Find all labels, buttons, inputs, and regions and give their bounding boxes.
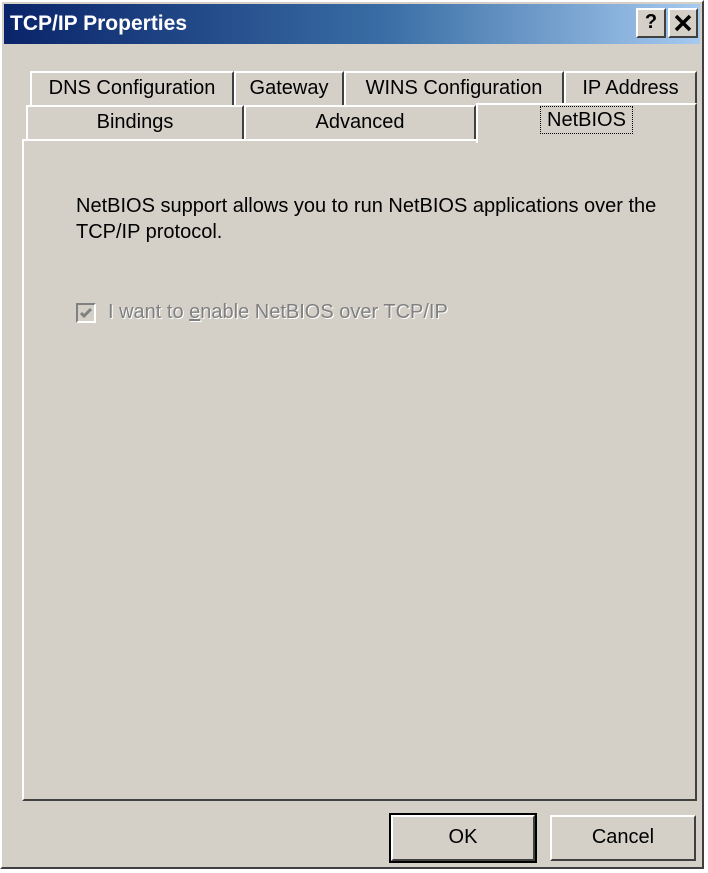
tab-panel-netbios: NetBIOS support allows you to run NetBIO… xyxy=(22,139,697,801)
enable-netbios-checkbox-row[interactable]: I want to enable NetBIOS over TCP/IP xyxy=(76,301,448,324)
close-glyph xyxy=(674,14,692,32)
tab-gateway[interactable]: Gateway xyxy=(234,71,344,105)
checkmark-icon xyxy=(79,307,93,318)
cancel-button[interactable]: Cancel xyxy=(550,815,696,861)
label-part-before: I want to xyxy=(108,301,190,323)
close-icon[interactable] xyxy=(668,8,698,38)
tab-bindings[interactable]: Bindings xyxy=(26,105,244,139)
window-title: TCP/IP Properties xyxy=(10,12,188,35)
enable-netbios-label: I want to enable NetBIOS over TCP/IP xyxy=(108,301,448,324)
tab-wins-configuration[interactable]: WINS Configuration xyxy=(344,71,564,105)
tab-netbios[interactable]: NetBIOS xyxy=(476,103,697,143)
ok-button[interactable]: OK xyxy=(389,813,537,863)
help-button[interactable]: ? xyxy=(636,8,666,38)
label-part-after: nable NetBIOS over TCP/IP xyxy=(200,301,448,323)
tab-netbios-label: NetBIOS xyxy=(540,106,633,134)
netbios-description: NetBIOS support allows you to run NetBIO… xyxy=(76,195,657,243)
label-accelerator: e xyxy=(189,301,201,323)
tab-ip-address[interactable]: IP Address xyxy=(564,71,697,105)
enable-netbios-checkbox[interactable] xyxy=(76,302,96,323)
tcpip-properties-dialog: TCP/IP Properties ? DNS Configuration Ga… xyxy=(0,0,704,869)
tab-dns-configuration[interactable]: DNS Configuration xyxy=(30,71,234,105)
title-bar[interactable]: TCP/IP Properties ? xyxy=(4,4,700,44)
tab-advanced[interactable]: Advanced xyxy=(244,105,476,139)
